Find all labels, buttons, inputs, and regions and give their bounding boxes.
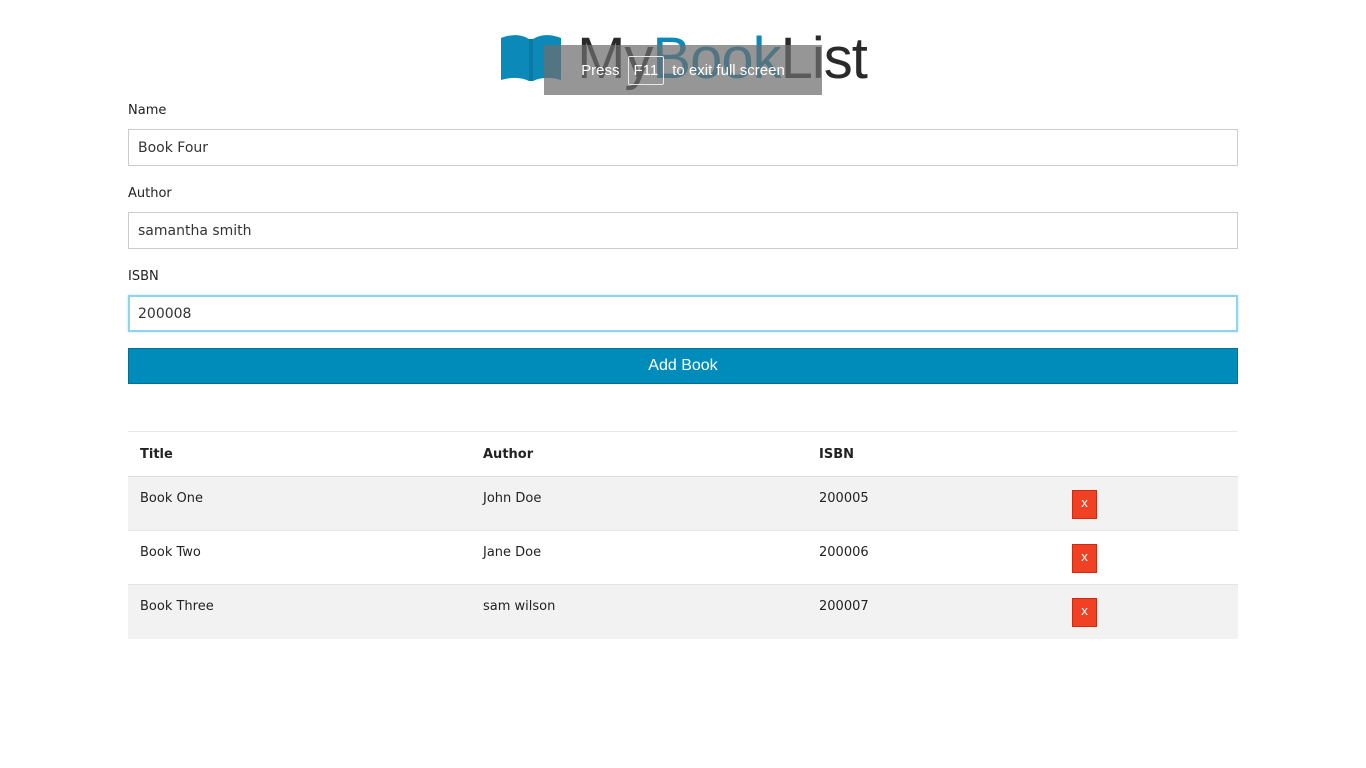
add-book-form: Name Author ISBN Add Book xyxy=(128,102,1238,384)
header-actions xyxy=(1060,432,1238,477)
cell-isbn: 200007 xyxy=(819,599,869,614)
cell-isbn: 200006 xyxy=(819,545,869,560)
cell-author: sam wilson xyxy=(483,599,556,614)
cell-author: Jane Doe xyxy=(483,545,542,560)
table-header: Title Author ISBN xyxy=(128,431,1238,477)
cell-actions: x xyxy=(1060,477,1238,531)
cell-actions: x xyxy=(1060,585,1238,639)
delete-button[interactable]: x xyxy=(1072,544,1097,573)
book-list-table: Title Author ISBN Book One John Doe 2000… xyxy=(128,431,1238,639)
cell-actions: x xyxy=(1060,531,1238,585)
isbn-label: ISBN xyxy=(128,269,159,284)
delete-button[interactable]: x xyxy=(1072,598,1097,627)
table-body: Book One John Doe 200005 x Book Two Jane… xyxy=(128,476,1238,639)
cell-title: Book One xyxy=(140,491,203,506)
fullscreen-notice: Press F11 to exit full screen xyxy=(544,45,822,95)
table-row: Book Two Jane Doe 200006 x xyxy=(128,531,1238,585)
add-book-button[interactable]: Add Book xyxy=(128,348,1238,384)
delete-button[interactable]: x xyxy=(1072,490,1097,519)
name-input[interactable] xyxy=(128,129,1238,166)
table-header-row: Title Author ISBN xyxy=(128,431,1238,477)
isbn-group: ISBN xyxy=(128,268,1238,332)
header-author: Author xyxy=(483,446,534,462)
table-row: Book Three sam wilson 200007 x xyxy=(128,584,1238,639)
fullscreen-notice-key: F11 xyxy=(627,55,665,85)
fullscreen-notice-message: to exit full screen xyxy=(672,61,785,79)
header-isbn: ISBN xyxy=(819,446,854,462)
author-label: Author xyxy=(128,186,172,201)
fullscreen-notice-press: Press xyxy=(581,61,620,79)
isbn-input[interactable] xyxy=(128,295,1238,332)
name-label: Name xyxy=(128,103,167,118)
cell-isbn: 200005 xyxy=(819,491,869,506)
cell-author: John Doe xyxy=(483,491,542,506)
cell-title: Book Three xyxy=(140,599,214,614)
author-group: Author xyxy=(128,185,1238,249)
name-group: Name xyxy=(128,102,1238,166)
author-input[interactable] xyxy=(128,212,1238,249)
header-title: Title xyxy=(140,446,173,462)
cell-title: Book Two xyxy=(140,545,201,560)
table-row: Book One John Doe 200005 x xyxy=(128,476,1238,531)
